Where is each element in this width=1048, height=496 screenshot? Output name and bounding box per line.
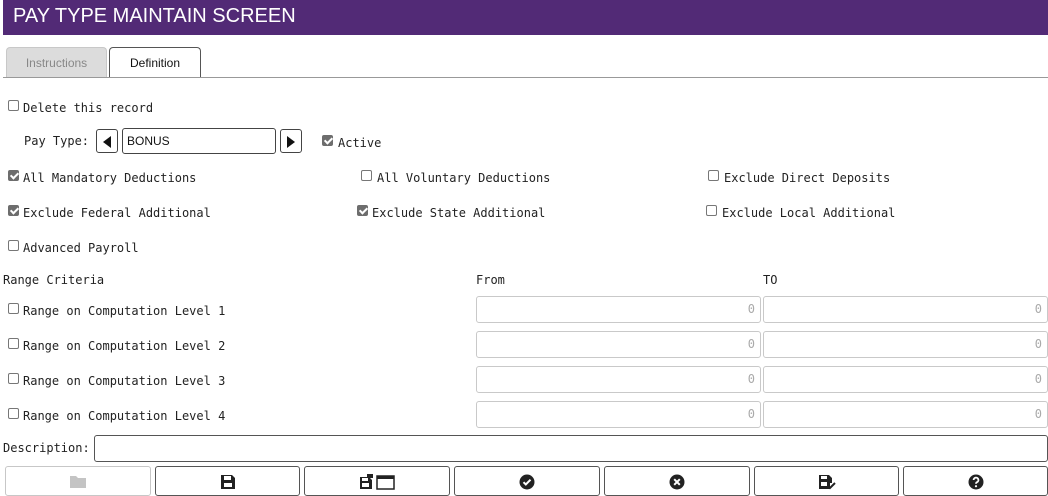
range-level-3-from-input[interactable]: 0 [476,366,761,393]
range-level-2-to-input[interactable]: 0 [763,331,1048,358]
tab-definition[interactable]: Definition [109,47,201,78]
page-title: PAY TYPE MAINTAIN SCREEN [3,0,1048,35]
triangle-right-icon [287,136,295,148]
range-level-2-checkbox[interactable] [8,338,19,349]
advanced-payroll-label: Advanced Payroll [23,241,139,255]
pay-type-field[interactable]: BONUS [122,128,276,154]
triangle-left-icon [103,136,111,148]
range-level-1-from-input[interactable]: 0 [476,296,761,323]
range-level-3-checkbox[interactable] [8,373,19,384]
advanced-payroll-checkbox[interactable] [8,240,19,251]
range-level-3-to-input[interactable]: 0 [763,366,1048,393]
range-level-1-label: Range on Computation Level 1 [23,304,226,318]
range-level-4-checkbox[interactable] [8,408,19,419]
range-level-4-label: Range on Computation Level 4 [23,409,226,423]
exclude-state-additional-label: Exclude State Additional [372,206,546,220]
range-to-header: TO [763,273,778,287]
tab-divider [3,77,1048,78]
save-icon [220,475,235,489]
range-criteria-title: Range Criteria [3,273,105,287]
active-checkbox[interactable] [322,135,333,146]
range-level-3-label: Range on Computation Level 3 [23,374,226,388]
range-level-4-from-input[interactable]: 0 [476,401,761,428]
pay-type-label: Pay Type: [24,134,90,148]
save-check-icon [818,475,836,490]
delete-record-checkbox[interactable] [8,100,19,111]
range-level-1-to-input[interactable]: 0 [763,296,1048,323]
save-window-icon [360,474,395,490]
active-label: Active [338,136,382,150]
range-from-header: From [476,273,505,287]
tab-instructions[interactable]: Instructions [6,47,107,78]
close-circle-icon [669,474,685,490]
range-level-4-to-input[interactable]: 0 [763,401,1048,428]
help-icon [968,474,983,490]
description-input[interactable] [94,435,1048,462]
all-mandatory-deductions-checkbox[interactable] [8,170,19,181]
exclude-direct-deposits-label: Exclude Direct Deposits [724,171,891,185]
range-level-1-checkbox[interactable] [8,303,19,314]
range-level-2-from-input[interactable]: 0 [476,331,761,358]
folder-icon [70,476,86,488]
delete-record-label: Delete this record [23,101,154,115]
exclude-local-additional-label: Exclude Local Additional [722,206,896,220]
exclude-local-additional-checkbox[interactable] [706,205,717,216]
exclude-state-additional-checkbox[interactable] [357,205,368,216]
exclude-direct-deposits-checkbox[interactable] [708,170,719,181]
all-mandatory-deductions-label: All Mandatory Deductions [23,171,197,185]
all-voluntary-deductions-checkbox[interactable] [361,170,372,181]
description-label: Description: [3,441,90,455]
exclude-federal-additional-label: Exclude Federal Additional [23,206,211,220]
prev-pay-type-button[interactable] [96,129,118,153]
check-circle-icon [519,474,535,490]
next-pay-type-button[interactable] [280,129,302,153]
all-voluntary-deductions-label: All Voluntary Deductions [377,171,551,185]
exclude-federal-additional-checkbox[interactable] [8,205,19,216]
range-level-2-label: Range on Computation Level 2 [23,339,226,353]
